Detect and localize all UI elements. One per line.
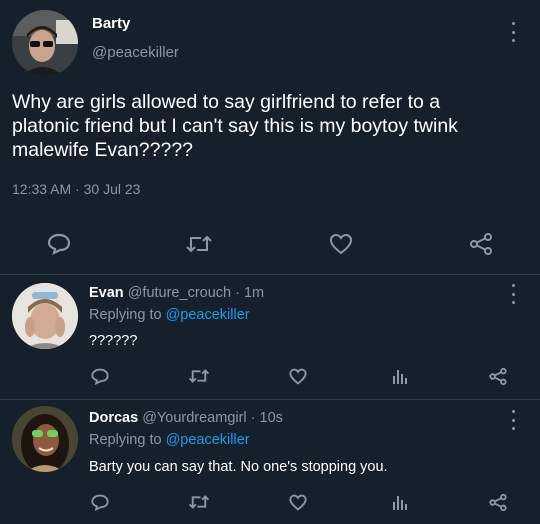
reply-button[interactable] — [88, 490, 112, 514]
replying-to: Replying to @peacekiller — [89, 307, 250, 323]
retweet-button[interactable] — [187, 490, 211, 514]
reply-handle[interactable]: @Yourdreamgirl — [142, 410, 246, 426]
share-icon — [470, 233, 492, 255]
reply-age: · 1m — [235, 285, 265, 301]
divider — [0, 399, 540, 400]
heart-icon — [329, 233, 353, 255]
share-button[interactable] — [486, 364, 510, 388]
retweet-button[interactable] — [184, 229, 214, 259]
heart-icon — [289, 368, 307, 385]
reply-text: ?????? — [89, 333, 138, 349]
like-button[interactable] — [326, 229, 356, 259]
reply-icon — [91, 494, 109, 511]
avatar-image — [12, 406, 78, 472]
timestamp-separator: · — [75, 181, 80, 197]
replying-to-handle[interactable]: @peacekiller — [166, 307, 250, 323]
author-display-name[interactable]: Barty — [92, 15, 130, 32]
reply-display-name[interactable]: Evan — [89, 285, 124, 301]
author-handle[interactable]: @peacekiller — [92, 44, 179, 61]
tweet-date: 30 Jul 23 — [83, 181, 141, 197]
reply-text: Barty you can say that. No one's stoppin… — [89, 459, 388, 475]
reply-icon — [91, 368, 109, 385]
heart-icon — [289, 494, 307, 511]
avatar-image — [12, 283, 78, 349]
reply-header: Dorcas @Yourdreamgirl · 10s — [89, 410, 283, 426]
retweet-button[interactable] — [187, 364, 211, 388]
like-button[interactable] — [286, 364, 310, 388]
tweet-time: 12:33 AM — [12, 181, 72, 197]
reply-icon — [47, 233, 71, 256]
reply-handle[interactable]: @future_crouch — [128, 285, 231, 301]
tweet-timestamp: 12:33 AM · 30 Jul 23 — [12, 181, 140, 197]
reply-button[interactable] — [88, 364, 112, 388]
avatar[interactable] — [12, 10, 78, 76]
analytics-icon — [393, 496, 407, 510]
replying-to-label: Replying to — [89, 432, 162, 448]
tweet-text: Why are girls allowed to say girlfriend … — [12, 91, 458, 161]
more-vertical-icon[interactable] — [508, 284, 518, 304]
retweet-icon — [186, 235, 212, 253]
reply-button[interactable] — [44, 229, 74, 259]
analytics-icon — [393, 370, 407, 384]
share-icon — [489, 367, 507, 385]
analytics-button[interactable] — [388, 364, 412, 388]
avatar[interactable] — [12, 283, 78, 349]
share-button[interactable] — [486, 490, 510, 514]
share-icon — [489, 493, 507, 511]
divider — [0, 274, 540, 275]
more-vertical-icon[interactable] — [508, 22, 518, 42]
reply-age: · 10s — [250, 410, 283, 426]
more-vertical-icon[interactable] — [508, 410, 518, 430]
like-button[interactable] — [286, 490, 310, 514]
retweet-icon — [188, 369, 210, 383]
reply-display-name[interactable]: Dorcas — [89, 410, 138, 426]
avatar[interactable] — [12, 406, 78, 472]
retweet-icon — [188, 495, 210, 509]
replying-to-handle[interactable]: @peacekiller — [166, 432, 250, 448]
avatar-image — [12, 10, 78, 76]
replying-to: Replying to @peacekiller — [89, 432, 250, 448]
reply-header: Evan @future_crouch · 1m — [89, 285, 264, 301]
analytics-button[interactable] — [388, 490, 412, 514]
replying-to-label: Replying to — [89, 307, 162, 323]
share-button[interactable] — [466, 229, 496, 259]
